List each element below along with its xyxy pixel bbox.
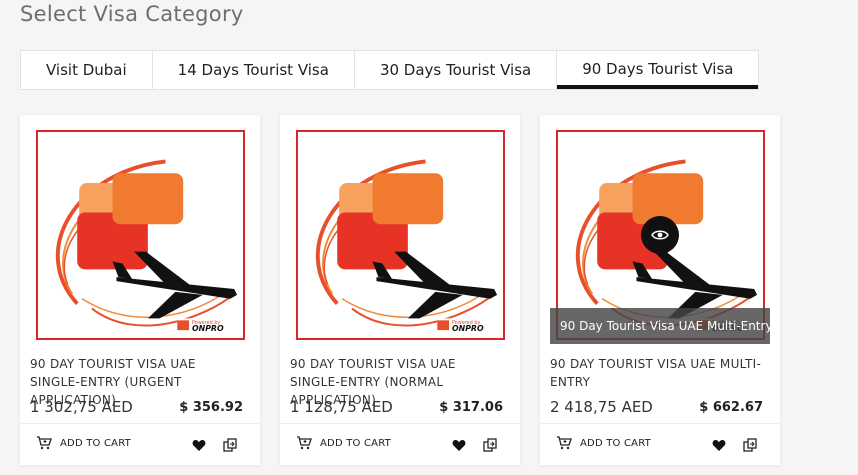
- add-to-cart-button[interactable]: ADD TO CART: [556, 436, 651, 450]
- product-actions: ADD TO CART: [540, 423, 780, 466]
- product-actions: ADD TO CART: [20, 423, 260, 466]
- product-card: 90 Day Tourist Visa UAE Multi-Entry 90 D…: [540, 115, 780, 465]
- compare-icon[interactable]: [483, 438, 497, 452]
- heart-icon[interactable]: [192, 439, 206, 452]
- price-aed: 1 302,75 AED: [30, 398, 133, 416]
- heart-icon[interactable]: [452, 439, 466, 452]
- hover-caption[interactable]: 90 Day Tourist Visa UAE Multi-Entry: [550, 308, 770, 344]
- product-name[interactable]: 90 DAY TOURIST VISA UAE MULTI-ENTRY: [550, 355, 770, 391]
- compare-icon[interactable]: [223, 438, 237, 452]
- page-title: Select Visa Category: [20, 2, 244, 26]
- airplane-icon: [298, 132, 503, 338]
- price-aed: 1 128,75 AED: [290, 398, 393, 416]
- price-usd: $ 317.06: [439, 400, 503, 415]
- product-card: 90 DAY TOURIST VISA UAE SINGLE-ENTRY (UR…: [20, 115, 260, 465]
- price-aed: 2 418,75 AED: [550, 398, 653, 416]
- cart-icon: [297, 436, 312, 450]
- compare-icon[interactable]: [743, 438, 757, 452]
- heart-icon[interactable]: [712, 439, 726, 452]
- cart-icon: [557, 436, 572, 450]
- price-usd: $ 356.92: [179, 400, 243, 415]
- add-to-cart-label: ADD TO CART: [60, 437, 131, 449]
- price-usd: $ 662.67: [699, 400, 763, 415]
- tab-14-days-tourist-visa[interactable]: 14 Days Tourist Visa: [153, 51, 355, 89]
- tab-30-days-tourist-visa[interactable]: 30 Days Tourist Visa: [355, 51, 558, 89]
- visa-category-tabs: Visit Dubai 14 Days Tourist Visa 30 Days…: [20, 50, 760, 90]
- product-actions: ADD TO CART: [280, 423, 520, 466]
- quick-view-button[interactable]: [641, 216, 679, 254]
- tab-90-days-tourist-visa[interactable]: 90 Days Tourist Visa: [557, 51, 759, 89]
- product-card: 90 DAY TOURIST VISA UAE SINGLE-ENTRY (NO…: [280, 115, 520, 465]
- cart-icon: [37, 436, 52, 450]
- add-to-cart-button[interactable]: ADD TO CART: [36, 436, 131, 450]
- add-to-cart-label: ADD TO CART: [320, 437, 391, 449]
- airplane-icon: [38, 132, 243, 338]
- tab-visit-dubai[interactable]: Visit Dubai: [21, 51, 153, 89]
- add-to-cart-label: ADD TO CART: [580, 437, 651, 449]
- eye-icon: [651, 230, 669, 240]
- add-to-cart-button[interactable]: ADD TO CART: [296, 436, 391, 450]
- product-image[interactable]: [36, 130, 245, 340]
- product-image[interactable]: [296, 130, 505, 340]
